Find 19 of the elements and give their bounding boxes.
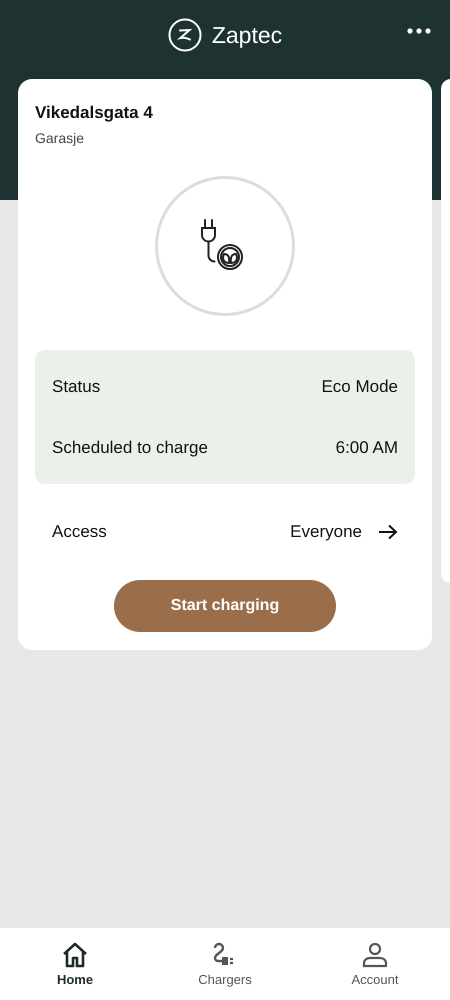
access-value: Everyone	[290, 522, 362, 542]
home-icon	[61, 942, 89, 968]
more-icon[interactable]	[407, 28, 431, 34]
app-title: Zaptec	[212, 22, 282, 48]
row-value: 6:00 AM	[336, 438, 398, 458]
access-label: Access	[52, 522, 107, 542]
start-charging-button[interactable]: Start charging	[114, 580, 336, 632]
nav-tab[interactable]: Account	[325, 942, 425, 986]
charger-name: Vikedalsgata 4	[35, 103, 153, 123]
access-row[interactable]: Access Everyone	[35, 484, 415, 580]
row-label: Status	[52, 376, 100, 396]
charger-location: Garasje	[35, 130, 84, 146]
person-icon	[361, 942, 389, 968]
row-label: Scheduled to charge	[52, 438, 208, 458]
row-value: Eco Mode	[321, 376, 398, 396]
nav-tab[interactable]: Chargers	[175, 942, 275, 986]
nav-tab[interactable]: Home	[25, 942, 125, 986]
logo-icon	[168, 18, 202, 52]
arrow-right-icon	[378, 524, 398, 540]
